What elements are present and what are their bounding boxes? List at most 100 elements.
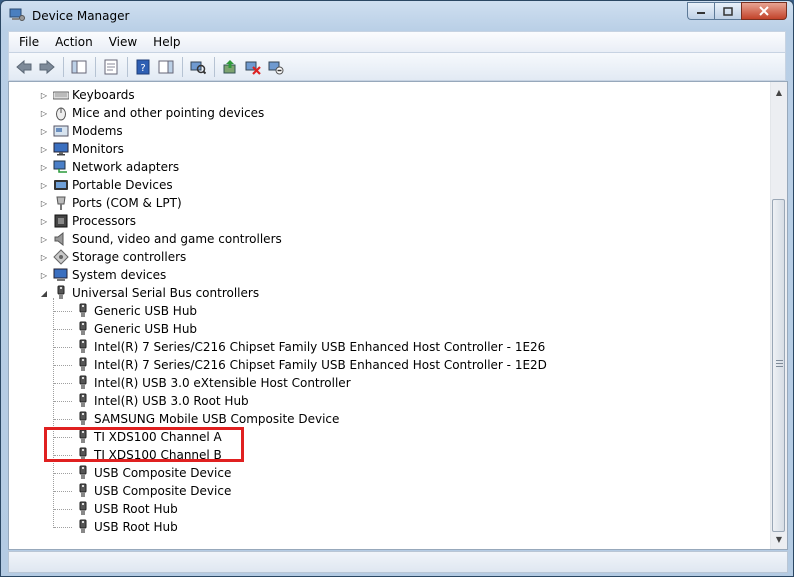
- menu-help[interactable]: Help: [147, 35, 186, 49]
- tree-branch-line: [54, 527, 72, 528]
- disable-device-button[interactable]: [265, 57, 287, 77]
- tree-device-row[interactable]: SAMSUNG Mobile USB Composite Device: [75, 410, 339, 428]
- collapsed-triangle-icon[interactable]: ▷: [39, 234, 49, 244]
- back-button[interactable]: [13, 57, 35, 77]
- back-arrow-icon: [16, 59, 32, 74]
- tree-category-label: Portable Devices: [72, 178, 173, 192]
- tree-category-row[interactable]: ▷ Storage controllers: [39, 248, 186, 266]
- tree-category-label: Network adapters: [72, 160, 180, 174]
- tree-category-row[interactable]: ▷ Monitors: [39, 140, 124, 158]
- tree-device-label: USB Root Hub: [94, 520, 178, 534]
- tree-branch-line: [54, 419, 72, 420]
- tree-device-label: Generic USB Hub: [94, 322, 198, 336]
- usb-plug-icon: [75, 393, 91, 409]
- minimize-icon: [697, 12, 705, 14]
- tree-device-row[interactable]: USB Composite Device: [75, 482, 231, 500]
- scrollbar-thumb[interactable]: [772, 199, 785, 532]
- tree-device-row[interactable]: USB Root Hub: [75, 500, 178, 518]
- tree-category-row[interactable]: ▷ System devices: [39, 266, 166, 284]
- collapsed-triangle-icon[interactable]: ▷: [39, 216, 49, 226]
- tree-device-label: USB Root Hub: [94, 502, 178, 516]
- tree-category-label: Sound, video and game controllers: [72, 232, 282, 246]
- properties-button[interactable]: [100, 57, 122, 77]
- device-manager-window: Device Manager File Action View Help ? ▷…: [0, 0, 794, 577]
- usb-plug-icon: [75, 465, 91, 481]
- forward-arrow-icon: [39, 59, 55, 74]
- usb-plug-icon: [75, 411, 91, 427]
- tree-branch-line: [54, 365, 72, 366]
- tree-device-row[interactable]: USB Composite Device: [75, 464, 231, 482]
- tree-category-row[interactable]: ◢ Universal Serial Bus controllers: [39, 284, 259, 302]
- maximize-button[interactable]: [714, 2, 741, 20]
- tree-device-label: Intel(R) USB 3.0 Root Hub: [94, 394, 249, 408]
- tree-category-row[interactable]: ▷ Network adapters: [39, 158, 179, 176]
- close-icon: [759, 6, 769, 16]
- properties-icon: [104, 59, 118, 74]
- thumb-grip: [776, 363, 783, 364]
- collapsed-triangle-icon[interactable]: ▷: [39, 270, 49, 280]
- scroll-down-arrow-icon[interactable]: ▼: [771, 531, 787, 547]
- vertical-scrollbar[interactable]: ▲ ▼: [770, 82, 787, 549]
- tree-device-label: SAMSUNG Mobile USB Composite Device: [94, 412, 340, 426]
- tree-branch-line: [54, 383, 72, 384]
- collapsed-triangle-icon[interactable]: ▷: [39, 180, 49, 190]
- tree-device-row[interactable]: Intel(R) 7 Series/C216 Chipset Family US…: [75, 338, 545, 356]
- highlight-box: [44, 427, 244, 462]
- tree-device-row[interactable]: Generic USB Hub: [75, 302, 197, 320]
- show-hide-console-tree-button[interactable]: [68, 57, 90, 77]
- tree-category-row[interactable]: ▷ Modems: [39, 122, 123, 140]
- minimize-button[interactable]: [687, 2, 714, 20]
- maximize-icon: [723, 6, 733, 16]
- scan-hardware-changes-button[interactable]: [187, 57, 209, 77]
- collapsed-triangle-icon[interactable]: ▷: [39, 126, 49, 136]
- collapsed-triangle-icon[interactable]: ▷: [39, 108, 49, 118]
- processor-icon: [53, 213, 69, 229]
- show-hide-tree-icon: [71, 60, 87, 73]
- update-driver-button[interactable]: [219, 57, 241, 77]
- menu-file[interactable]: File: [13, 35, 45, 49]
- tree-category-label: Ports (COM & LPT): [72, 196, 182, 210]
- tree-device-row[interactable]: Intel(R) USB 3.0 Root Hub: [75, 392, 249, 410]
- tree-device-row[interactable]: Intel(R) USB 3.0 eXtensible Host Control…: [75, 374, 351, 392]
- tree-device-row[interactable]: USB Root Hub: [75, 518, 178, 536]
- tree-device-row[interactable]: Intel(R) 7 Series/C216 Chipset Family US…: [75, 356, 547, 374]
- mouse-icon: [53, 105, 69, 121]
- tree-category-row[interactable]: ▷ Sound, video and game controllers: [39, 230, 282, 248]
- tree-category-label: Processors: [72, 214, 137, 228]
- show-hide-action-pane-button[interactable]: [155, 57, 177, 77]
- tree-branch-line: [54, 311, 72, 312]
- collapsed-triangle-icon[interactable]: ▷: [39, 144, 49, 154]
- status-bar: [8, 551, 788, 573]
- collapsed-triangle-icon[interactable]: ▷: [39, 198, 49, 208]
- device-tree-pane: ▷ Keyboards ▷ Mice and other pointing devic…: [8, 81, 788, 550]
- forward-button[interactable]: [36, 57, 58, 77]
- uninstall-button[interactable]: [242, 57, 264, 77]
- help-button[interactable]: ?: [132, 57, 154, 77]
- tree-category-row[interactable]: ▷ Keyboards: [39, 86, 135, 104]
- tree-category-row[interactable]: ▷ Portable Devices: [39, 176, 173, 194]
- tree-category-row[interactable]: ▷ Ports (COM & LPT): [39, 194, 182, 212]
- menu-view[interactable]: View: [103, 35, 143, 49]
- title-bar[interactable]: Device Manager: [1, 1, 793, 31]
- scroll-up-arrow-icon[interactable]: ▲: [771, 84, 787, 100]
- collapsed-triangle-icon[interactable]: ▷: [39, 252, 49, 262]
- tree-device-row[interactable]: Generic USB Hub: [75, 320, 197, 338]
- expanded-triangle-icon[interactable]: ◢: [39, 288, 49, 298]
- tree-category-label: Monitors: [72, 142, 124, 156]
- collapsed-triangle-icon[interactable]: ▷: [39, 162, 49, 172]
- toolbar-separator: [182, 56, 183, 77]
- tree-device-label: Intel(R) USB 3.0 eXtensible Host Control…: [94, 376, 351, 390]
- tree-category-label: Keyboards: [72, 88, 135, 102]
- caption-buttons: [687, 2, 787, 20]
- tree-device-label: Intel(R) 7 Series/C216 Chipset Family US…: [94, 340, 546, 354]
- tree-category-row[interactable]: ▷ Mice and other pointing devices: [39, 104, 264, 122]
- menu-action[interactable]: Action: [49, 35, 99, 49]
- tree-branch-line: [54, 491, 72, 492]
- close-button[interactable]: [741, 2, 787, 20]
- tree-branch-line: [54, 473, 72, 474]
- tree-category-row[interactable]: ▷ Processors: [39, 212, 136, 230]
- tree-category-label: Universal Serial Bus controllers: [72, 286, 260, 300]
- window-title: Device Manager: [32, 9, 130, 23]
- tree-device-label: Generic USB Hub: [94, 304, 198, 318]
- collapsed-triangle-icon[interactable]: ▷: [39, 90, 49, 100]
